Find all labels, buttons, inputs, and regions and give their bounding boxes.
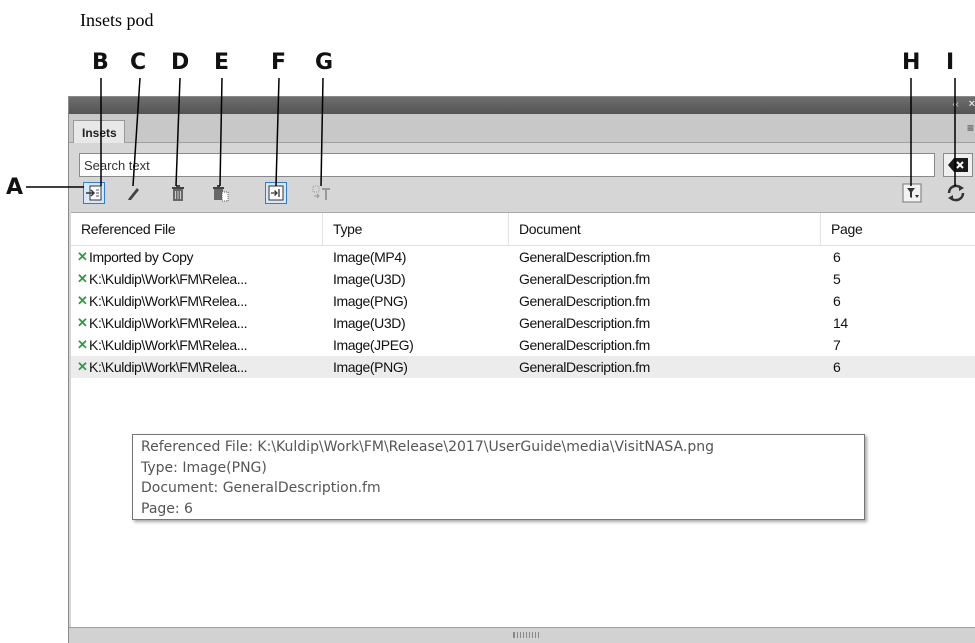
cell-document: GeneralDescription.fm (519, 315, 650, 331)
cell-page: 5 (833, 271, 841, 287)
status-ok-icon: ✕ (77, 359, 88, 374)
table-header: Referenced File Type Document Page (71, 213, 975, 246)
table-row[interactable]: ✕ K:\Kuldip\Work\FM\Relea... Image(PNG) … (71, 290, 975, 312)
table-row[interactable]: ✕ K:\Kuldip\Work\FM\Relea... Image(JPEG)… (71, 334, 975, 356)
clear-search-button[interactable] (943, 153, 973, 177)
cell-file: K:\Kuldip\Work\FM\Relea... (89, 337, 248, 353)
status-ok-icon: ✕ (77, 293, 88, 308)
delete-button[interactable] (167, 182, 189, 204)
cell-document: GeneralDescription.fm (519, 293, 650, 309)
cell-page: 7 (833, 337, 841, 353)
cell-document: GeneralDescription.fm (519, 271, 650, 287)
table-row[interactable]: ✕ K:\Kuldip\Work\FM\Relea... Image(U3D) … (71, 268, 975, 290)
cell-type: Image(U3D) (333, 271, 406, 287)
cell-file: K:\Kuldip\Work\FM\Relea... (89, 271, 248, 287)
tooltip-document: Document: GeneralDescription.fm (141, 480, 381, 496)
resize-grip-icon[interactable] (513, 632, 540, 638)
collapse-icon[interactable]: ‹‹ (952, 99, 959, 110)
callout-c: C (130, 50, 147, 75)
refresh-button[interactable] (945, 182, 967, 204)
cell-type: Image(JPEG) (333, 337, 414, 353)
refresh-icon (947, 184, 965, 202)
go-to-inset-button[interactable] (265, 182, 287, 204)
cell-file: K:\Kuldip\Work\FM\Relea... (89, 315, 248, 331)
tab-strip: Insets ≡ (69, 114, 975, 143)
cell-document: GeneralDescription.fm (519, 359, 650, 375)
filter-icon (902, 183, 922, 203)
figure-caption: Insets pod (80, 10, 154, 30)
panel-bottom-bar (69, 627, 975, 643)
go-to-inset-icon (268, 185, 284, 201)
table-row[interactable]: ✕ K:\Kuldip\Work\FM\Relea... Image(U3D) … (71, 312, 975, 334)
clear-icon (948, 158, 968, 172)
convert-to-text-button[interactable] (311, 182, 333, 204)
panel-menu-icon[interactable]: ≡ (967, 122, 975, 134)
close-icon[interactable]: × (969, 98, 975, 110)
insets-panel: ‹‹ × Insets ≡ Search text Referenced Fil… (68, 96, 975, 643)
search-input[interactable] (79, 153, 935, 177)
edit-icon (128, 188, 139, 200)
callout-e: E (214, 50, 230, 75)
delete-all-button[interactable] (209, 182, 231, 204)
callout-d: D (171, 50, 190, 75)
delete-icon (172, 185, 184, 201)
column-header-referenced-file[interactable]: Referenced File (71, 213, 323, 245)
tooltip-referenced-file: Referenced File: K:\Kuldip\Work\FM\Relea… (141, 439, 714, 455)
convert-to-text-icon (312, 185, 330, 200)
status-ok-icon: ✕ (77, 249, 88, 264)
cell-page: 6 (833, 293, 841, 309)
insert-inset-button[interactable] (83, 182, 105, 204)
status-ok-icon: ✕ (77, 271, 88, 286)
table-row[interactable]: ✕ Imported by Copy Image(MP4) GeneralDes… (71, 246, 975, 268)
status-ok-icon: ✕ (77, 315, 88, 330)
insets-table: Referenced File Type Document Page ✕ Imp… (71, 212, 975, 627)
cell-type: Image(PNG) (333, 359, 408, 375)
cell-type: Image(MP4) (333, 249, 407, 265)
cell-page: 6 (833, 359, 841, 375)
column-header-document[interactable]: Document (509, 213, 821, 245)
cell-file: K:\Kuldip\Work\FM\Relea... (89, 293, 248, 309)
panel-titlebar: ‹‹ × (69, 97, 975, 114)
table-row-hovered[interactable]: ✕ K:\Kuldip\Work\FM\Relea... Image(PNG) … (71, 356, 975, 378)
cell-document: GeneralDescription.fm (519, 249, 650, 265)
filter-button[interactable] (901, 182, 923, 204)
status-ok-icon: ✕ (77, 337, 88, 352)
callout-a: A (6, 175, 24, 200)
tooltip-type: Type: Image(PNG) (141, 459, 267, 476)
callout-g: G (315, 50, 334, 75)
cell-file: Imported by Copy (89, 249, 194, 265)
cell-type: Image(U3D) (333, 315, 406, 331)
callout-f: F (271, 50, 287, 75)
cell-type: Image(PNG) (333, 293, 408, 309)
column-header-page[interactable]: Page (821, 213, 975, 245)
column-header-type[interactable]: Type (323, 213, 509, 245)
tooltip-page: Page: 6 (141, 500, 193, 517)
callout-i: I (946, 50, 955, 75)
cell-page: 14 (833, 315, 848, 331)
callout-b: B (92, 50, 109, 75)
row-tooltip: Referenced File: K:\Kuldip\Work\FM\Relea… (132, 434, 865, 520)
callout-h: H (902, 50, 921, 75)
delete-all-icon (213, 185, 229, 202)
edit-button[interactable] (123, 182, 145, 204)
cell-document: GeneralDescription.fm (519, 337, 650, 353)
cell-file: K:\Kuldip\Work\FM\Relea... (89, 359, 248, 375)
cell-page: 6 (833, 249, 841, 265)
tab-insets[interactable]: Insets (73, 120, 125, 143)
insert-inset-icon (86, 185, 102, 201)
